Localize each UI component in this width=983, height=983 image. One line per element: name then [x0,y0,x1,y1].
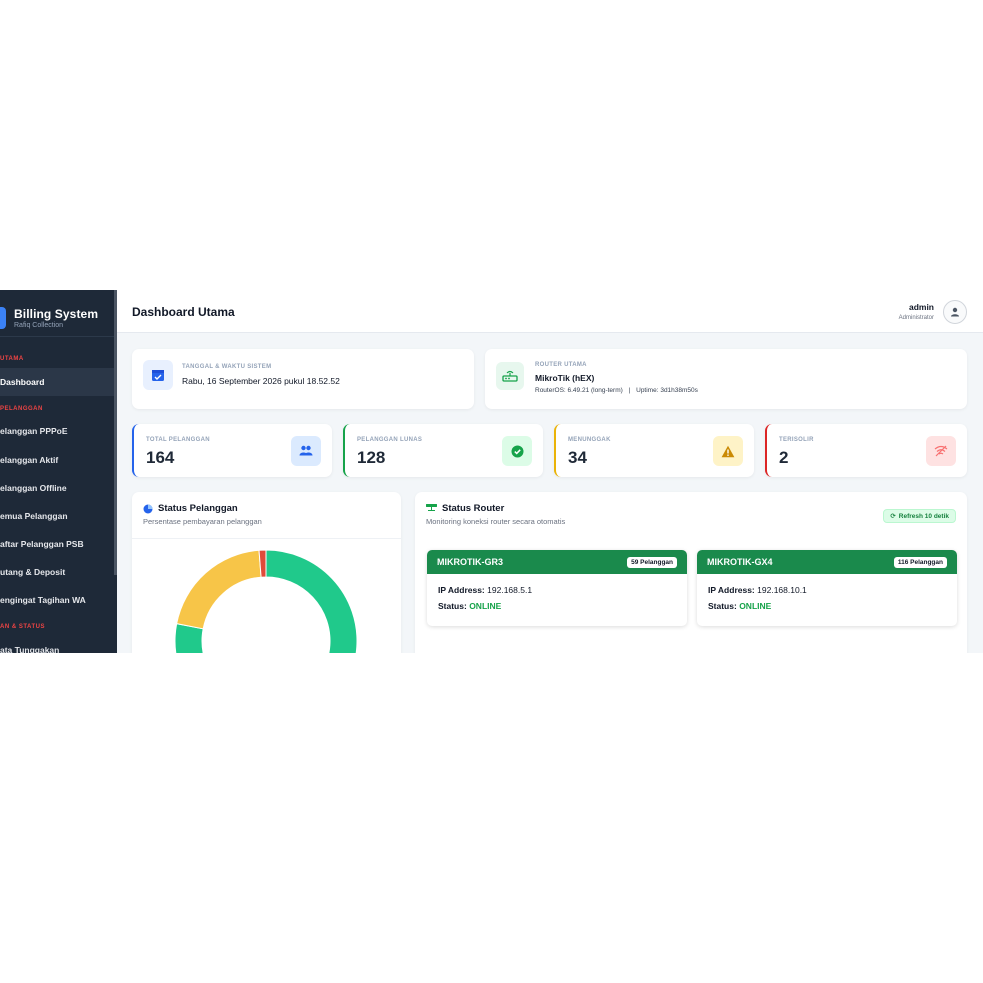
refresh-icon: ⟳ [890,513,896,520]
status-pelanggan-title-text: Status Pelanggan [158,503,238,514]
wifi-off-icon [934,445,948,457]
router-main-label: ROUTER UTAMA [535,362,587,368]
router-main-meta: RouterOS: 6.49.21 (long-term) | Uptime: … [535,387,698,394]
router-status-line: Status: ONLINE [438,601,501,611]
router-name: MIKROTIK-GR3 [437,557,503,567]
stat-icon-box [291,436,321,466]
stat-icon-box [926,436,956,466]
router-main-name: MikroTik (hEX) [535,373,595,383]
router-name: MIKROTIK-GX4 [707,557,773,567]
network-icon [426,504,437,511]
page-title: Dashboard Utama [132,305,235,319]
sidebar-item-pppoe[interactable]: elanggan PPPoE [0,417,117,445]
status-pelanggan-title: Status Pelanggan [143,503,238,514]
router-ip-line: IP Address: 192.168.5.1 [438,585,532,595]
sidebar-item-offline[interactable]: elanggan Offline [0,474,117,502]
stat-icon-box [713,436,743,466]
status-pelanggan-subtitle: Persentase pembayaran pelanggan [143,517,262,526]
sidebar: Billing System Rafiq Collection UTAMA Da… [0,290,117,653]
router-status-label: Status: [438,601,467,611]
router-status-line: Status: ONLINE [708,601,771,611]
app-viewport: Billing System Rafiq Collection UTAMA Da… [0,290,983,653]
sidebar-item-psb[interactable]: aftar Pelanggan PSB [0,530,117,558]
datetime-card: TANGGAL & WAKTU SISTEM Rabu, 16 Septembe… [132,349,474,409]
stat-card-terisolir: TERISOLIR 2 [765,424,967,477]
router-ip-label: IP Address: [438,585,485,595]
brand-title: Billing System [14,307,99,321]
top-header: Dashboard Utama admin Administrator [117,290,983,333]
sidebar-item-semua[interactable]: emua Pelanggan [0,502,117,530]
user-name[interactable]: admin [909,302,934,312]
user-role: Administrator [898,315,934,321]
pie-chart-icon [143,504,153,513]
check-circle-icon [511,445,523,457]
router-meta-separator: | [628,387,631,394]
router-customer-badge: 116 Pelanggan [893,556,947,568]
sidebar-item-pengingat[interactable]: engingat Tagihan WA [0,586,117,614]
status-pelanggan-card: Status Pelanggan Persentase pembayaran p… [132,492,401,653]
brand-logo-icon [0,307,6,329]
calendar-icon [152,370,164,381]
status-router-title-text: Status Router [442,503,505,514]
sidebar-item-dashboard[interactable]: Dashboard [0,368,117,396]
stat-card-menunggak: MENUNGGAK 34 [554,424,754,477]
refresh-badge[interactable]: ⟳ Refresh 10 detik [883,509,956,523]
stat-icon-box [502,436,532,466]
brand[interactable]: Billing System Rafiq Collection [0,298,98,338]
router-ip-line: IP Address: 192.168.10.1 [708,585,807,595]
avatar[interactable] [943,300,967,324]
sidebar-section-utama: UTAMA [0,356,24,362]
router-card[interactable]: MIKROTIK-GX4 116 Pelanggan IP Address: 1… [697,550,957,626]
router-ip-label: IP Address: [708,585,755,595]
stat-value: 2 [779,448,789,467]
router-customer-badge: 59 Pelanggan [627,556,677,568]
datetime-label: TANGGAL & WAKTU SISTEM [182,364,272,370]
router-card-header: MIKROTIK-GR3 59 Pelanggan [427,550,687,574]
router-ip-value: 192.168.10.1 [757,585,807,595]
stat-label: TOTAL PELANGGAN [146,437,210,443]
sidebar-section-status: AN & STATUS [0,624,45,630]
router-ip-value: 192.168.5.1 [487,585,533,595]
status-donut-chart [174,549,358,653]
user-icon [951,307,959,317]
router-icon [502,370,518,382]
router-card[interactable]: MIKROTIK-GR3 59 Pelanggan IP Address: 19… [427,550,687,626]
status-router-subtitle: Monitoring koneksi router secara otomati… [426,517,566,526]
sidebar-item-hutang[interactable]: utang & Deposit [0,558,117,586]
donut-slice-menunggak[interactable] [176,549,262,630]
datetime-icon-box [143,360,173,390]
router-status-label: Status: [708,601,737,611]
router-uptime: Uptime: 3d1h38m50s [636,387,698,394]
refresh-label: Refresh 10 detik [898,512,949,520]
router-os: RouterOS: 6.49.21 (long-term) [535,387,623,394]
stat-label: TERISOLIR [779,437,814,443]
stat-value: 34 [568,448,587,467]
router-card-header: MIKROTIK-GX4 116 Pelanggan [697,550,957,574]
sidebar-section-pelanggan: PELANGGAN [0,406,43,412]
status-router-title: Status Router [426,503,504,514]
router-icon-box [496,362,524,390]
stat-label: MENUNGGAK [568,437,611,443]
warning-icon [721,445,735,457]
router-status-value: ONLINE [739,601,772,611]
stat-value: 128 [357,448,386,467]
status-pelanggan-separator [132,538,401,539]
sidebar-item-tunggakan[interactable]: ata Tunggakan [0,636,117,653]
router-main-card: ROUTER UTAMA MikroTik (hEX) RouterOS: 6.… [485,349,967,409]
sidebar-item-aktif[interactable]: elanggan Aktif [0,446,117,474]
router-status-value: ONLINE [469,601,502,611]
stat-label: PELANGGAN LUNAS [357,437,423,443]
datetime-value: Rabu, 16 September 2026 pukul 18.52.52 [182,376,340,386]
stat-value: 164 [146,448,175,467]
brand-subtitle: Rafiq Collection [14,322,64,329]
sidebar-divider [0,336,117,337]
stat-card-lunas: PELANGGAN LUNAS 128 [343,424,543,477]
status-router-card: Status Router Monitoring koneksi router … [415,492,967,653]
users-icon [299,445,313,456]
stat-card-total: TOTAL PELANGGAN 164 [132,424,332,477]
